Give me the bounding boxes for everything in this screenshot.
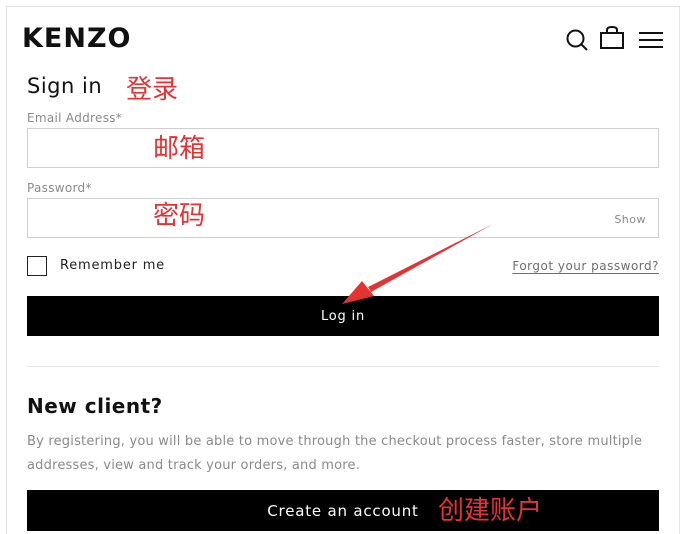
show-password-toggle[interactable]: Show — [614, 213, 646, 226]
menu-icon[interactable] — [638, 30, 664, 54]
annotation-create-account: 创建账户 — [438, 496, 543, 526]
search-icon[interactable] — [565, 28, 591, 52]
forgot-password-link[interactable]: Forgot your password? — [512, 259, 659, 273]
email-input[interactable] — [28, 129, 658, 167]
new-client-description: By registering, you will be able to move… — [27, 434, 643, 473]
section-divider — [27, 366, 659, 367]
annotation-email: 邮箱 — [153, 134, 206, 164]
new-client-title: New client? — [27, 394, 163, 418]
remember-me-label[interactable]: Remember me — [60, 258, 165, 273]
password-field-wrapper: Show — [27, 198, 659, 238]
password-input[interactable] — [28, 199, 658, 237]
annotation-login: 登录 — [126, 75, 179, 105]
signin-title: Sign in — [27, 74, 103, 98]
email-field-wrapper — [27, 128, 659, 168]
create-account-button[interactable]: Create an account — [27, 490, 659, 531]
password-label: Password* — [27, 181, 92, 195]
annotation-password: 密码 — [153, 201, 206, 231]
email-label: Email Address* — [27, 111, 123, 125]
kenzo-logo[interactable]: KENZO — [22, 22, 132, 56]
shopping-bag-icon[interactable] — [599, 25, 625, 50]
login-button[interactable]: Log in — [27, 296, 659, 336]
site-header: KENZO — [0, 0, 686, 70]
remember-me-checkbox[interactable] — [27, 256, 47, 276]
